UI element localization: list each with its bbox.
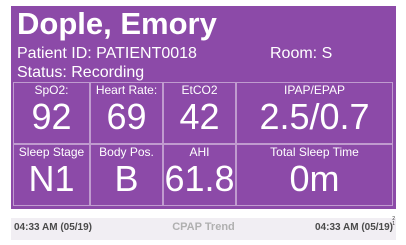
- spo2-value: 92: [31, 96, 72, 137]
- patient-id: Patient ID: PATIENT0018: [17, 45, 197, 62]
- sleep-stage-value: N1: [28, 158, 75, 199]
- trend-end-time: 04:33 AM (05/19): [315, 222, 393, 233]
- patient-name: Dople, Emory: [17, 6, 217, 41]
- room-number: Room: S: [270, 45, 333, 62]
- ahi-tile: AHI 61.8: [163, 144, 236, 206]
- total-sleep-time-value: 0m: [289, 158, 340, 199]
- spo2-tile: SpO2: 92: [13, 82, 90, 144]
- etco2-tile: EtCO2 42: [163, 82, 236, 144]
- body-position-tile: Body Pos. B: [90, 144, 163, 206]
- heart-rate-tile: Heart Rate: 69: [90, 82, 163, 144]
- etco2-value: 42: [179, 96, 220, 137]
- patient-monitor-panel: Dople, Emory Patient ID: PATIENT0018 Roo…: [11, 6, 396, 240]
- ipap-epap-value: 2.5/0.7: [259, 96, 370, 137]
- sleep-stage-tile: Sleep Stage N1: [13, 144, 90, 206]
- heart-rate-value: 69: [106, 96, 147, 137]
- ahi-value: 61.8: [164, 158, 235, 199]
- trend-plot-band: [11, 209, 396, 218]
- ipap-epap-tile: IPAP/EPAP 2.5/0.7: [236, 82, 393, 144]
- total-sleep-time-tile: Total Sleep Time 0m: [236, 144, 393, 206]
- cpap-trend-strip: 2 1 04:33 AM (05/19) CPAP Trend 04:33 AM…: [11, 209, 396, 240]
- recording-status: Status: Recording: [17, 64, 145, 81]
- body-position-value: B: [114, 158, 139, 199]
